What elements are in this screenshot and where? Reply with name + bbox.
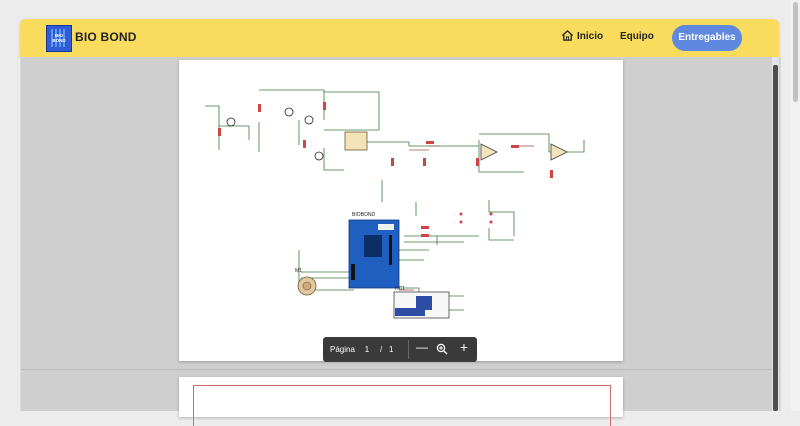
circuit-schematic: BIOBOND M1 HC1 (205, 89, 585, 319)
toolbar-divider (408, 340, 409, 359)
brand-name[interactable]: BIO BOND (75, 30, 137, 44)
current-page-input[interactable]: 1 (363, 345, 371, 354)
nav-button-entregables[interactable]: Entregables (672, 25, 742, 51)
page-separator (21, 369, 780, 370)
total-pages: 1 (389, 345, 394, 354)
pdf-toolbar: Página 1 / 1 — + (323, 337, 477, 362)
logo[interactable]: BIO BOND (46, 25, 72, 52)
nav-link-equipo[interactable]: Equipo (620, 31, 654, 42)
pdf-page-1: BIOBOND M1 HC1 (179, 60, 623, 361)
logo-text: BIO BOND (52, 33, 66, 43)
pdf-page-2 (179, 377, 623, 426)
drawing-frame (193, 385, 611, 426)
arduino-label: BIOBOND (352, 212, 375, 218)
zoom-icon[interactable] (436, 343, 448, 355)
zoom-in-icon[interactable]: + (457, 339, 471, 355)
home-icon[interactable] (561, 29, 574, 42)
page-separator-text: / (380, 345, 383, 354)
page-scrollbar-thumb[interactable] (793, 2, 798, 102)
viewer-scrollbar-thumb[interactable] (773, 65, 778, 411)
zoom-out-icon[interactable]: — (415, 340, 429, 354)
nav-link-inicio[interactable]: Inicio (577, 31, 603, 42)
page-label: Página (330, 345, 355, 354)
sensor-label: M1 (295, 268, 302, 274)
bluetooth-label: HC1 (395, 286, 405, 292)
top-navbar: BIO BOND BIO BOND Inicio Equipo Entregab… (20, 19, 779, 57)
